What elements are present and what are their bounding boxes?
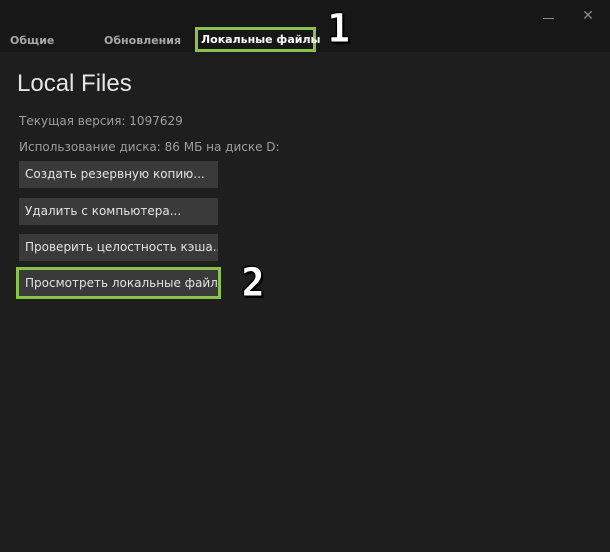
disk-usage-text: Использование диска: 86 МБ на диске D: <box>19 140 280 154</box>
verify-cache-button[interactable]: Проверить целостность кэша... <box>19 234 218 261</box>
tab-local-files[interactable]: Локальные файлы <box>195 27 320 52</box>
tab-updates[interactable]: Обновления <box>104 34 181 47</box>
uninstall-button[interactable]: Удалить с компьютера... <box>19 198 218 225</box>
browse-local-files-button[interactable]: Просмотреть локальные файлы... <box>16 267 221 299</box>
close-icon: ✕ <box>582 8 594 24</box>
tab-general[interactable]: Общие <box>10 34 54 47</box>
page-title: Local Files <box>17 70 132 97</box>
annotation-number-2: 2 <box>241 260 266 307</box>
minimize-icon <box>543 18 554 19</box>
backup-button[interactable]: Создать резервную копию... <box>19 161 218 188</box>
current-version-text: Текущая версия: 1097629 <box>19 114 183 128</box>
annotation-number-1: 1 <box>327 6 352 53</box>
minimize-button[interactable] <box>540 8 556 24</box>
close-button[interactable]: ✕ <box>580 8 596 24</box>
